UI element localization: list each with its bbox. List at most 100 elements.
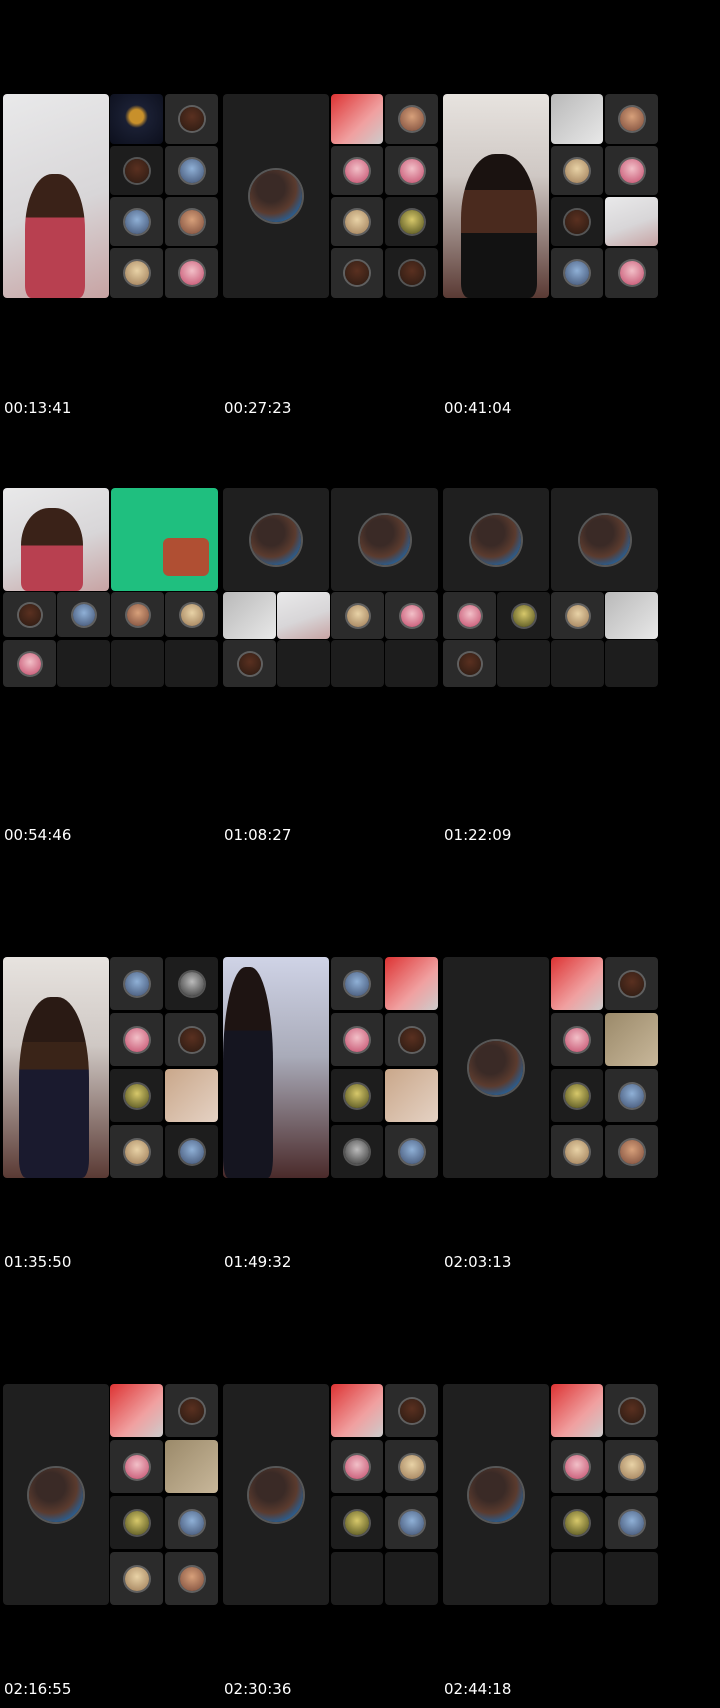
participant-tile[interactable] bbox=[165, 592, 218, 637]
participant-tile[interactable] bbox=[110, 1552, 163, 1605]
participant-tile[interactable] bbox=[331, 1125, 383, 1178]
participant-tile[interactable] bbox=[223, 640, 276, 687]
participant-tile[interactable] bbox=[605, 592, 658, 639]
participant-tile[interactable] bbox=[110, 146, 163, 195]
participant-tile[interactable] bbox=[605, 1384, 658, 1437]
participant-tile[interactable] bbox=[223, 488, 329, 591]
participant-tile[interactable] bbox=[385, 1125, 438, 1178]
participant-tile[interactable] bbox=[165, 1013, 218, 1066]
participant-tile[interactable] bbox=[165, 1069, 218, 1122]
participant-tile[interactable] bbox=[331, 146, 383, 195]
participant-tile[interactable] bbox=[551, 1013, 603, 1066]
participant-tile[interactable] bbox=[111, 592, 164, 637]
main-video-tile[interactable] bbox=[3, 1384, 109, 1605]
participant-tile[interactable] bbox=[3, 640, 56, 687]
participant-tile[interactable] bbox=[443, 592, 496, 639]
participant-tile[interactable] bbox=[605, 146, 658, 195]
participant-tile[interactable] bbox=[110, 94, 163, 144]
participant-tile[interactable] bbox=[331, 957, 383, 1010]
participant-tile[interactable] bbox=[551, 1440, 603, 1493]
participant-tile[interactable] bbox=[551, 248, 603, 298]
participant-tile[interactable] bbox=[331, 1440, 383, 1493]
main-video-tile[interactable] bbox=[3, 957, 109, 1178]
participant-tile[interactable] bbox=[331, 1013, 383, 1066]
participant-tile[interactable] bbox=[331, 197, 383, 246]
participant-tile[interactable] bbox=[385, 248, 438, 298]
participant-tile[interactable] bbox=[165, 146, 218, 195]
participant-tile[interactable] bbox=[385, 1013, 438, 1066]
participant-tile[interactable] bbox=[165, 957, 218, 1010]
participant-tile[interactable] bbox=[223, 592, 276, 639]
participant-tile[interactable] bbox=[551, 488, 658, 591]
participant-tile[interactable] bbox=[331, 1069, 383, 1122]
participant-tile[interactable] bbox=[443, 640, 496, 687]
participant-tile[interactable] bbox=[331, 248, 383, 298]
participant-tile[interactable] bbox=[551, 94, 603, 144]
participant-tile[interactable] bbox=[385, 1384, 438, 1437]
main-video-tile[interactable] bbox=[443, 94, 549, 298]
participant-tile[interactable] bbox=[110, 1013, 163, 1066]
participant-tile[interactable] bbox=[551, 1384, 603, 1437]
participant-tile[interactable] bbox=[110, 248, 163, 298]
screen-share-tile[interactable] bbox=[111, 488, 218, 591]
participant-tile[interactable] bbox=[385, 957, 438, 1010]
participant-tile[interactable] bbox=[605, 94, 658, 144]
participant-tile[interactable] bbox=[110, 1125, 163, 1178]
participant-tile[interactable] bbox=[385, 1496, 438, 1549]
participant-tile[interactable] bbox=[331, 1384, 383, 1437]
participant-tile[interactable] bbox=[385, 1440, 438, 1493]
avatar bbox=[399, 107, 424, 131]
participant-tile[interactable] bbox=[165, 1440, 218, 1493]
participant-tile[interactable] bbox=[385, 94, 438, 144]
participant-tile[interactable] bbox=[605, 1496, 658, 1549]
participant-tile[interactable] bbox=[605, 248, 658, 298]
participant-tile[interactable] bbox=[605, 957, 658, 1010]
participant-tile[interactable] bbox=[551, 592, 604, 639]
participant-tile[interactable] bbox=[605, 197, 658, 246]
participant-tile[interactable] bbox=[551, 1069, 603, 1122]
participant-tile[interactable] bbox=[605, 1013, 658, 1066]
participant-tile[interactable] bbox=[551, 1125, 603, 1178]
participant-tile[interactable] bbox=[605, 1440, 658, 1493]
participant-tile[interactable] bbox=[3, 488, 109, 591]
participant-tile[interactable] bbox=[551, 146, 603, 195]
participant-tile[interactable] bbox=[385, 592, 438, 639]
participant-tile[interactable] bbox=[3, 592, 56, 637]
participant-tile[interactable] bbox=[110, 1384, 163, 1437]
participant-tile[interactable] bbox=[110, 957, 163, 1010]
main-video-tile[interactable] bbox=[223, 94, 329, 298]
participant-tile[interactable] bbox=[605, 1125, 658, 1178]
participant-tile[interactable] bbox=[551, 957, 603, 1010]
participant-tile[interactable] bbox=[110, 197, 163, 246]
participant-tile[interactable] bbox=[57, 592, 110, 637]
participant-tile[interactable] bbox=[110, 1496, 163, 1549]
main-video-tile[interactable] bbox=[223, 1384, 329, 1605]
participant-tile[interactable] bbox=[110, 1440, 163, 1493]
participant-tile[interactable] bbox=[497, 592, 550, 639]
main-video-tile[interactable] bbox=[3, 94, 109, 298]
participant-tile[interactable] bbox=[110, 1069, 163, 1122]
participant-tile[interactable] bbox=[605, 1069, 658, 1122]
participant-tile[interactable] bbox=[165, 94, 218, 144]
participant-tile[interactable] bbox=[443, 488, 549, 591]
participant-tile[interactable] bbox=[385, 146, 438, 195]
participant-tile[interactable] bbox=[165, 1552, 218, 1605]
participant-tile[interactable] bbox=[551, 197, 603, 246]
main-video-tile[interactable] bbox=[443, 957, 549, 1178]
participant-tile[interactable] bbox=[165, 1125, 218, 1178]
participant-tile[interactable] bbox=[551, 1496, 603, 1549]
participant-tile[interactable] bbox=[331, 488, 438, 591]
participant-tile[interactable] bbox=[331, 94, 383, 144]
participant-tile[interactable] bbox=[277, 592, 330, 639]
main-video-tile[interactable] bbox=[223, 957, 329, 1178]
participant-tile[interactable] bbox=[165, 248, 218, 298]
participant-tile[interactable] bbox=[385, 197, 438, 246]
participant-tile[interactable] bbox=[331, 1496, 383, 1549]
participant-tile[interactable] bbox=[165, 1496, 218, 1549]
participant-tile[interactable] bbox=[165, 197, 218, 246]
avatar bbox=[124, 971, 149, 996]
main-video-tile[interactable] bbox=[443, 1384, 549, 1605]
participant-tile[interactable] bbox=[385, 1069, 438, 1122]
participant-tile[interactable] bbox=[165, 1384, 218, 1437]
participant-tile[interactable] bbox=[331, 592, 384, 639]
